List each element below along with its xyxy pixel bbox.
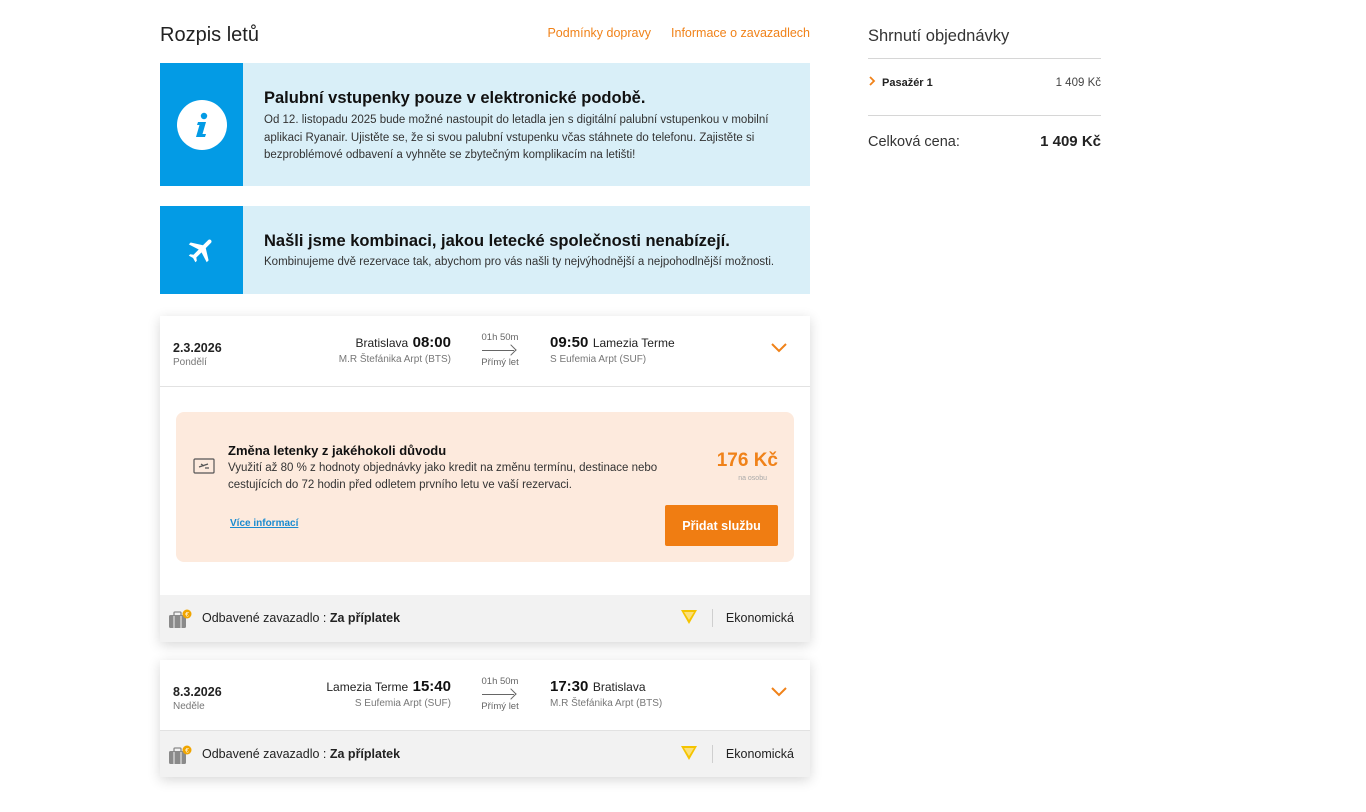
chevron-down-icon[interactable] xyxy=(770,340,788,354)
banner-body: Našli jsme kombinaci, jakou letecké spol… xyxy=(264,232,790,272)
offer-text: Využití až 80 % z hodnoty objednávky jak… xyxy=(228,462,658,491)
departure-city: Bratislava xyxy=(355,336,409,350)
duration-text: 01h 50m xyxy=(481,332,519,343)
offer-per-person: na osobu xyxy=(738,475,767,482)
order-summary: Shrnutí objednávky Pasažér 1 1 409 Kč Ce… xyxy=(868,27,1101,156)
arrival-time: 09:50 xyxy=(550,334,589,351)
flight-row[interactable]: 2.3.2026 Pondělí Bratislava 08:00 M.R Št… xyxy=(160,316,810,386)
arrival-city: Lamezia Terme xyxy=(592,336,675,350)
arrival-airport: M.R Štefánika Arpt (BTS) xyxy=(550,698,663,709)
arrival-city: Bratislava xyxy=(592,680,646,694)
combination-banner: Našli jsme kombinaci, jakou letecké spol… xyxy=(160,206,810,294)
total-row: Celková cena: 1 409 Kč xyxy=(868,116,1101,156)
info-icon xyxy=(176,99,227,150)
banner-text: Kombinujeme dvě rezervace tak, abychom p… xyxy=(264,256,775,268)
arrival-airport: S Eufemia Arpt (SUF) xyxy=(550,354,647,365)
arrival-time: 17:30 xyxy=(550,678,589,695)
transport-conditions-link[interactable]: Podmínky dopravy xyxy=(547,26,651,40)
ticket-icon xyxy=(193,458,215,474)
banner-icon-panel xyxy=(160,63,243,186)
ticket-change-offer: Změna letenky z jakéhokoli důvodu Využit… xyxy=(176,412,794,562)
flight-type: Přímý let xyxy=(481,357,519,368)
baggage-value: Za příplatek xyxy=(329,747,401,761)
chevron-right-icon[interactable] xyxy=(868,76,876,86)
total-price: 1 409 Kč xyxy=(1040,133,1101,150)
baggage-text: Odbavené zavazadlo : Za příplatek xyxy=(202,747,400,761)
arrow-right-icon xyxy=(476,343,524,357)
flight-date: 8.3.2026 xyxy=(173,685,222,699)
arrival-info: 17:30 Bratislava M.R Štefánika Arpt (BTS… xyxy=(550,678,662,709)
departure-airport: M.R Štefánika Arpt (BTS) xyxy=(338,354,451,365)
divider xyxy=(160,386,810,387)
flight-row[interactable]: 8.3.2026 Neděle Lamezia Terme 15:40 S Eu… xyxy=(160,660,810,730)
banner-body: Palubní vstupenky pouze v elektronické p… xyxy=(264,89,790,165)
flight-type: Přímý let xyxy=(481,701,519,712)
passenger-row[interactable]: Pasažér 1 1 409 Kč xyxy=(868,59,1101,115)
airplane-icon xyxy=(188,239,212,263)
baggage-text: Odbavené zavazadlo : Za příplatek xyxy=(202,611,400,625)
offer-price: 176 Kč xyxy=(716,450,778,471)
departure-time: 15:40 xyxy=(412,678,451,695)
chevron-down-icon[interactable] xyxy=(770,684,788,698)
baggage-label: Odbavené zavazadlo : xyxy=(202,747,330,761)
flight-day: Neděle xyxy=(173,701,205,712)
baggage-row: € Odbavené zavazadlo : Za příplatek Ekon… xyxy=(160,595,810,642)
svg-text:€: € xyxy=(185,612,189,619)
flight-day: Pondělí xyxy=(173,357,207,368)
page-header: Rozpis letů Podmínky dopravy Informace o… xyxy=(160,24,810,48)
travel-class: Ekonomická xyxy=(725,611,794,625)
passenger-label: Pasažér 1 xyxy=(882,77,933,89)
flight-date: 2.3.2026 xyxy=(173,341,222,355)
summary-title: Shrnutí objednávky xyxy=(868,27,1010,45)
baggage-label: Odbavené zavazadlo : xyxy=(202,611,330,625)
flight-duration: 01h 50m Přímý let xyxy=(476,676,524,712)
luggage-icon: € xyxy=(169,609,192,628)
arrow-right-icon xyxy=(476,687,524,701)
luggage-icon: € xyxy=(169,745,192,764)
baggage-info-link[interactable]: Informace o zavazadlech xyxy=(671,26,810,40)
arrival-info: 09:50 Lamezia Terme S Eufemia Arpt (SUF) xyxy=(550,334,675,365)
airline-logo-icon xyxy=(681,610,697,624)
flight-card-return: 8.3.2026 Neděle Lamezia Terme 15:40 S Eu… xyxy=(160,660,810,777)
travel-class: Ekonomická xyxy=(725,747,794,761)
boarding-pass-banner: Palubní vstupenky pouze v elektronické p… xyxy=(160,63,810,186)
banner-title: Našli jsme kombinaci, jakou letecké spol… xyxy=(264,232,730,250)
total-label: Celková cena: xyxy=(868,134,960,150)
offer-title: Změna letenky z jakéhokoli důvodu xyxy=(228,443,447,458)
baggage-value: Za příplatek xyxy=(329,611,401,625)
departure-time: 08:00 xyxy=(412,334,451,351)
banner-icon-panel xyxy=(160,206,243,294)
airline-logo-icon xyxy=(681,746,697,760)
departure-city: Lamezia Terme xyxy=(326,680,409,694)
duration-text: 01h 50m xyxy=(481,676,519,687)
add-service-button[interactable]: Přidat službu xyxy=(665,505,778,546)
departure-info: Bratislava 08:00 M.R Štefánika Arpt (BTS… xyxy=(339,334,451,365)
passenger-price: 1 409 Kč xyxy=(1055,77,1101,89)
banner-title: Palubní vstupenky pouze v elektronické p… xyxy=(264,89,646,107)
separator xyxy=(712,745,713,763)
separator xyxy=(712,609,713,627)
departure-airport: S Eufemia Arpt (SUF) xyxy=(354,698,451,709)
flight-duration: 01h 50m Přímý let xyxy=(476,332,524,368)
baggage-row: € Odbavené zavazadlo : Za příplatek Ekon… xyxy=(160,730,810,777)
page-title: Rozpis letů xyxy=(160,24,259,46)
banner-text: Od 12. listopadu 2025 bude možné nastoup… xyxy=(264,114,769,161)
more-info-link[interactable]: Více informací xyxy=(230,518,298,529)
svg-text:€: € xyxy=(185,748,189,755)
flight-card-outbound: 2.3.2026 Pondělí Bratislava 08:00 M.R Št… xyxy=(160,316,810,642)
departure-info: Lamezia Terme 15:40 S Eufemia Arpt (SUF) xyxy=(326,678,451,709)
